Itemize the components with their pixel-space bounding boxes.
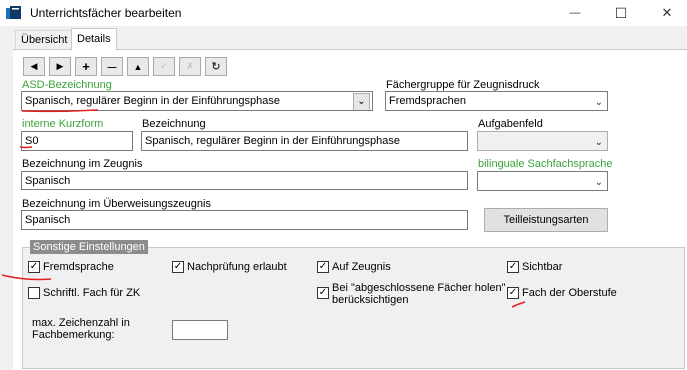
annotation-underline-oberstufe <box>511 301 526 308</box>
red-annotations <box>1 109 526 308</box>
annotation-underline-fremdsprache <box>1 274 52 281</box>
annotation-underline-kurzform <box>19 146 33 149</box>
annotation-underline-asd <box>21 109 99 113</box>
